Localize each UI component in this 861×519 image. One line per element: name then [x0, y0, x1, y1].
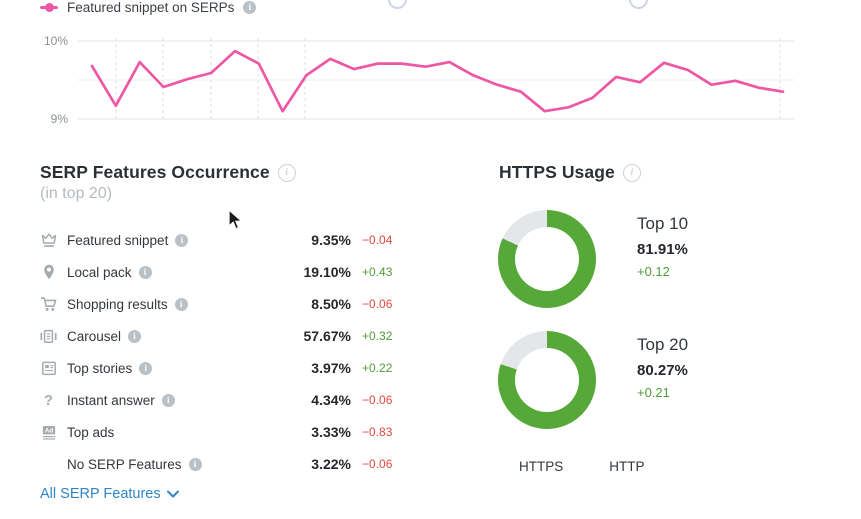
info-icon[interactable]: i	[138, 265, 152, 279]
carousel-icon	[40, 328, 57, 344]
feature-value: 3.22%	[311, 456, 351, 472]
feature-label: Instant answer	[67, 392, 155, 408]
donut-value: 81.91%	[637, 241, 688, 258]
donut-change: +0.21	[637, 385, 670, 400]
legend-label: HTTP	[609, 459, 645, 474]
feature-value: 19.10%	[303, 264, 351, 280]
feature-label: Carousel	[67, 328, 122, 344]
info-icon[interactable]: i	[277, 163, 296, 182]
https-usage-header: HTTPS Usage i	[499, 162, 641, 183]
mouse-cursor	[228, 209, 244, 230]
donut-change: +0.12	[637, 264, 670, 279]
serp-features-list: Featured snippet i 9.35% −0.04 Local pac…	[40, 224, 402, 480]
feature-value: 3.33%	[311, 424, 351, 440]
y-axis-tick-10: 10%	[43, 34, 68, 48]
feature-change: −0.04	[362, 233, 393, 247]
y-axis-tick-9: 9%	[50, 112, 68, 126]
info-icon[interactable]: i	[139, 361, 153, 375]
feature-value: 4.34%	[311, 392, 351, 408]
info-icon[interactable]: i	[161, 393, 175, 407]
feature-label: Top ads	[67, 424, 115, 440]
serp-feature-row[interactable]: Ad Top ads 3.33% −0.83	[40, 416, 402, 448]
feature-label: No SERP Features	[67, 456, 182, 472]
all-serp-features-label: All SERP Features	[40, 486, 161, 502]
info-icon[interactable]: i	[622, 163, 641, 182]
serp-feature-row[interactable]: No SERP Features i 3.22% −0.06	[40, 448, 402, 480]
feature-label: Local pack	[67, 264, 132, 280]
pin-icon	[40, 264, 57, 280]
feature-value: 3.97%	[311, 360, 351, 376]
serp-feature-row[interactable]: Featured snippet i 9.35% −0.04	[40, 224, 402, 256]
feature-label: Featured snippet	[67, 232, 169, 248]
crown-icon	[40, 232, 57, 248]
donut-value: 80.27%	[637, 362, 688, 379]
donut-top10-info: Top 10 81.91% +0.12	[637, 214, 688, 279]
featured-snippet-chart: Featured snippet on SERPs i 10% 9%	[0, 0, 861, 150]
serp-section-subtitle: (in top 20)	[40, 185, 113, 202]
serp-section-title: SERP Features Occurrence	[40, 162, 270, 182]
https-swatch	[499, 460, 512, 473]
info-icon[interactable]: i	[188, 457, 202, 471]
info-icon[interactable]: i	[174, 297, 188, 311]
news-icon	[40, 360, 57, 376]
chart-legend[interactable]: Featured snippet on SERPs i	[40, 0, 257, 15]
serp-feature-row[interactable]: Shopping results i 8.50% −0.06	[40, 288, 402, 320]
feature-change: +0.43	[362, 265, 393, 279]
legend-item-http[interactable]: HTTP	[589, 459, 644, 474]
feature-change: −0.06	[362, 297, 393, 311]
feature-label: Top stories	[67, 360, 133, 376]
donut-label: Top 20	[637, 335, 689, 354]
svg-text:Ad: Ad	[44, 427, 53, 434]
feature-value: 9.35%	[311, 232, 351, 248]
info-icon[interactable]: i	[175, 233, 189, 247]
legend-label: HTTPS	[519, 459, 564, 474]
info-icon[interactable]: i	[128, 329, 142, 343]
https-donut-top10	[498, 210, 596, 308]
feature-change: −0.83	[362, 425, 393, 439]
donut-label: Top 10	[637, 214, 689, 233]
feature-change: −0.06	[362, 393, 393, 407]
feature-label: Shopping results	[67, 296, 168, 312]
info-icon[interactable]: i	[243, 1, 257, 14]
https-section-title: HTTPS Usage	[499, 162, 615, 182]
question-icon: ?	[43, 391, 54, 409]
cart-icon	[40, 296, 57, 312]
serp-feature-row[interactable]: ? Instant answer i 4.34% −0.06	[40, 384, 402, 416]
serp-feature-row[interactable]: Carousel i 57.67% +0.32	[40, 320, 402, 352]
feature-change: −0.06	[362, 457, 393, 471]
all-serp-features-link[interactable]: All SERP Features	[40, 486, 179, 502]
legend-line-marker	[40, 3, 58, 12]
chevron-down-icon	[166, 490, 179, 498]
ad-icon: Ad	[40, 424, 57, 440]
feature-change: +0.22	[362, 361, 393, 375]
line-chart-canvas	[77, 38, 795, 120]
feature-value: 8.50%	[311, 296, 351, 312]
https-donut-top20	[498, 331, 596, 429]
feature-change: +0.32	[362, 329, 393, 343]
donut-top20-info: Top 20 80.27% +0.21	[637, 335, 688, 400]
legend-item-https[interactable]: HTTPS	[499, 459, 563, 474]
https-legend: HTTPS HTTP	[499, 459, 645, 474]
chart-legend-label: Featured snippet on SERPs	[67, 0, 235, 15]
serp-features-header: SERP Features Occurrence i (in top 20)	[40, 162, 296, 203]
serp-feature-row[interactable]: Local pack i 19.10% +0.43	[40, 256, 402, 288]
serp-feature-row[interactable]: Top stories i 3.97% +0.22	[40, 352, 402, 384]
http-swatch	[589, 460, 602, 473]
feature-value: 57.67%	[303, 328, 351, 344]
